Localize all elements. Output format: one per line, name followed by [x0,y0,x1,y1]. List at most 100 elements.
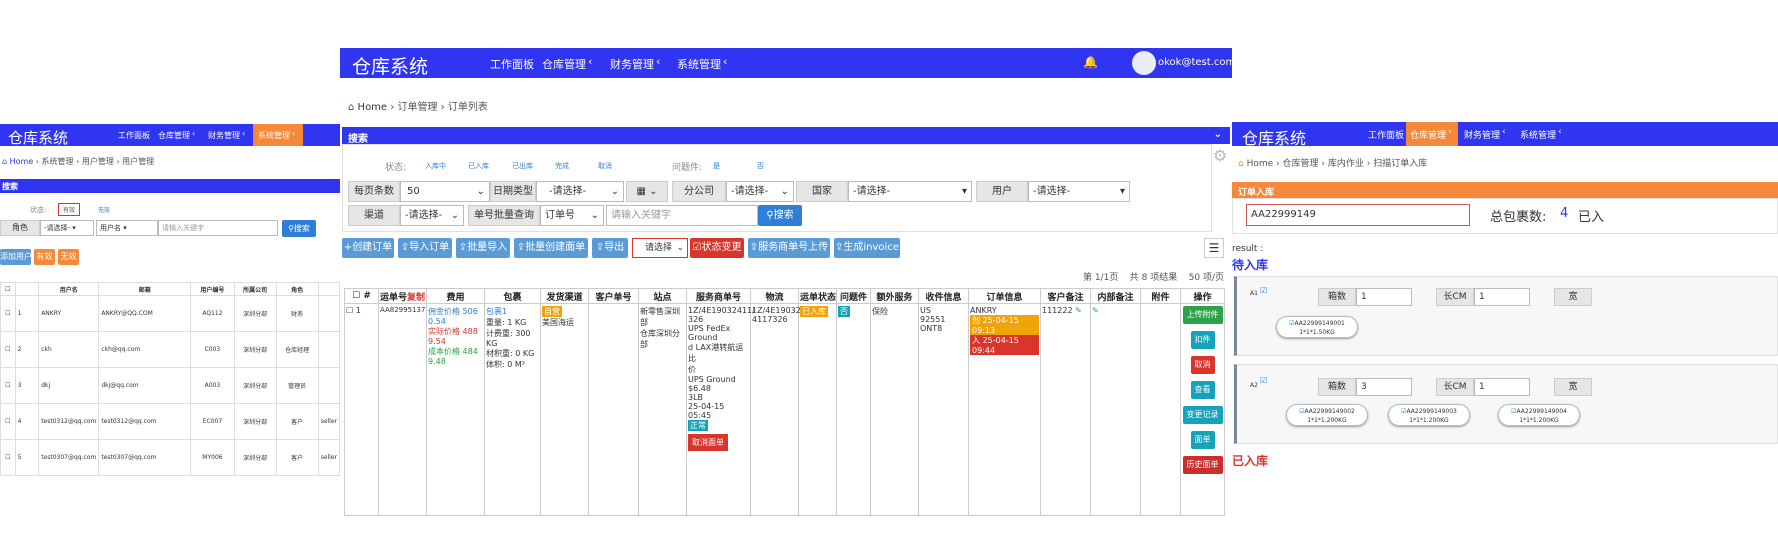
issue-option[interactable]: 是 [713,161,720,171]
box-checkbox[interactable]: ☑ [1260,286,1267,295]
package-link[interactable]: 包裹1 [486,306,539,317]
generate-invoice-button[interactable]: ⇪生成invoice [834,238,900,258]
role-select[interactable]: -请选择- ▾ [40,220,94,236]
nav-dashboard[interactable]: 工作面板 [490,56,534,72]
chevron-down-icon[interactable]: ⌄ [1214,129,1222,140]
row-checkbox[interactable]: ☐ [0,295,16,332]
status-option[interactable]: 完成 [555,161,569,171]
nav-warehouse[interactable]: 仓库管理 [158,130,190,141]
breadcrumb-item[interactable]: 系统管理 [42,157,74,166]
set-valid-button[interactable]: 有效 [34,249,55,265]
nav-warehouse[interactable]: 仓库管理 [542,56,586,72]
create-order-button[interactable]: +创建订单 [342,238,394,258]
package-chip[interactable]: ☑AA22999149004 1*1*1.200KG [1498,404,1580,426]
scan-input[interactable]: AA22999149 [1246,204,1470,226]
change-log-button[interactable]: 变更记录 [1182,406,1223,424]
status-option[interactable]: 取消 [598,161,612,171]
row-checkbox[interactable]: ☐ [0,439,16,476]
breadcrumb-home[interactable]: Home [10,157,34,166]
inbound-label: 已入 [1578,210,1605,225]
waybill-no: AA82995137 [378,303,427,516]
nav-dashboard[interactable]: 工作面板 [118,130,150,141]
nav-system[interactable]: 系统管理 [1520,128,1556,141]
username-select[interactable]: 用户名 ▾ [96,220,158,236]
status-option[interactable]: 已入库 [468,161,489,171]
table-row[interactable]: ☐ 1 ANKRY ANKRY@QQ.COM AQ112 深圳分部 财务 [0,295,340,332]
copy-waybill-link[interactable]: 复制 [407,293,425,303]
box-length-input[interactable]: 1 [1474,378,1530,396]
branch-select[interactable]: -请选择- ⌄ [726,181,794,202]
user-select[interactable]: -请选择- ▾ [1028,181,1130,202]
breadcrumb-item[interactable]: 用户管理 [82,157,114,166]
edit-icon[interactable]: ✎ [1075,306,1082,315]
channel-select[interactable]: -请选择- ⌄ [400,205,464,226]
history-label-button[interactable]: 历史面单 [1182,456,1223,474]
nav-system[interactable]: 系统管理 [677,56,721,72]
nav-finance[interactable]: 财务管理 [1464,128,1500,141]
status-option[interactable]: 入库中 [425,161,446,171]
date-picker-button[interactable]: ▦ ⌄ [626,181,668,202]
avatar[interactable] [1132,51,1156,75]
search-button[interactable]: ⚲搜索 [282,220,316,237]
page-size-select[interactable]: 50 ⌄ [400,181,490,202]
batch-import-button[interactable]: ⇪批量导入 [456,238,510,258]
column-toggle-button[interactable]: ☰ [1204,238,1224,258]
package-chip[interactable]: ☑AA22999149002 1*1*1.200KG [1286,404,1368,426]
row-checkbox[interactable]: ☐ [0,367,16,404]
row-checkbox[interactable]: ☐ [0,403,16,440]
order-no-select[interactable]: 订单号 ⌄ [540,205,604,226]
user-email[interactable]: okok@test.com [1158,57,1232,68]
package-chip[interactable]: ☑AA22999149001 1*1*1.50KG [1276,316,1358,338]
issue-option[interactable]: 否 [757,161,764,171]
keyword-input[interactable]: 请输入关键字 [158,220,278,236]
import-order-button[interactable]: ⇪导入订单 [398,238,452,258]
export-button[interactable]: ⇪导出 [592,238,628,258]
bell-icon[interactable]: 🔔 [1083,55,1098,69]
select-all-checkbox[interactable]: ☐ [352,291,360,301]
add-user-button[interactable]: 添加用户 [0,249,31,265]
nav-finance[interactable]: 财务管理 [208,130,240,141]
nav-warehouse[interactable]: 仓库管理 [1410,128,1446,141]
view-button[interactable]: 查看 [1190,381,1215,399]
settings-icon[interactable]: ⚙ [1213,146,1227,165]
status-change-button[interactable]: ☑状态变更 [690,238,744,258]
breadcrumb-home[interactable]: Home [1247,159,1274,169]
box-count-input[interactable]: 1 [1356,288,1412,306]
batch-create-label-button[interactable]: ⇪批量创建面单 [514,238,588,258]
box-count-input[interactable]: 3 [1356,378,1412,396]
nav-system[interactable]: 系统管理 [258,130,290,141]
status-valid-option[interactable]: 有效 [58,203,81,216]
table-row[interactable]: ☐ 1 AA82995137 佣金价格 506 0.54 实际价格 488 9.… [344,303,1225,516]
nav-finance[interactable]: 财务管理 [610,56,654,72]
package-chip[interactable]: ☑AA22999149003 1*1*1.200KG [1388,404,1470,426]
table-row[interactable]: ☐ 3 dkj dkj@qq.com A003 深圳分部 管理员 [0,367,340,404]
row-checkbox[interactable]: ☐ [0,331,16,368]
breadcrumb-home[interactable]: Home [358,102,388,113]
search-button[interactable]: ⚲搜索 [758,205,802,226]
select-all-checkbox[interactable]: ☐ [0,282,16,296]
nav-dashboard[interactable]: 工作面板 [1368,128,1404,141]
keyword-input[interactable]: 请输入关键字 [606,205,758,226]
status-invalid-option[interactable]: 无效 [98,205,110,214]
table-row[interactable]: ☐ 5 test0307@qq.com test0307@qq.com MY00… [0,439,340,476]
date-type-select[interactable]: -请选择- ⌄ [536,181,624,202]
cancel-button[interactable]: 取消 [1190,356,1215,374]
country-select[interactable]: -请选择- ▾ [848,181,972,202]
status-option[interactable]: 已出库 [512,161,533,171]
deduct-button[interactable]: 扣件 [1190,331,1215,349]
edit-icon[interactable]: ✎ [1092,306,1099,315]
upload-attachment-button[interactable]: 上传附件 [1182,306,1223,324]
cancel-label-button[interactable]: 取消面单 [688,434,728,451]
label-button[interactable]: 面单 [1190,431,1215,449]
set-invalid-button[interactable]: 无效 [58,249,79,265]
breadcrumb-item[interactable]: 库内作业 [1328,159,1364,169]
breadcrumb-item[interactable]: 仓库管理 [1283,159,1319,169]
box-checkbox[interactable]: ☑ [1260,376,1267,385]
status-change-select[interactable]: 请选择 ⌄ [632,238,688,258]
table-row[interactable]: ☐ 4 test0312@qq.com test0312@qq.com EC00… [0,403,340,440]
box-length-input[interactable]: 1 [1474,288,1530,306]
table-row[interactable]: ☐ 2 ckh ckh@qq.com C003 深圳分部 仓库经理 [0,331,340,368]
upload-service-no-button[interactable]: ⇪服务商单号上传 [748,238,830,258]
row-checkbox[interactable]: ☐ [346,306,353,315]
breadcrumb-item[interactable]: 订单管理 [397,102,437,113]
